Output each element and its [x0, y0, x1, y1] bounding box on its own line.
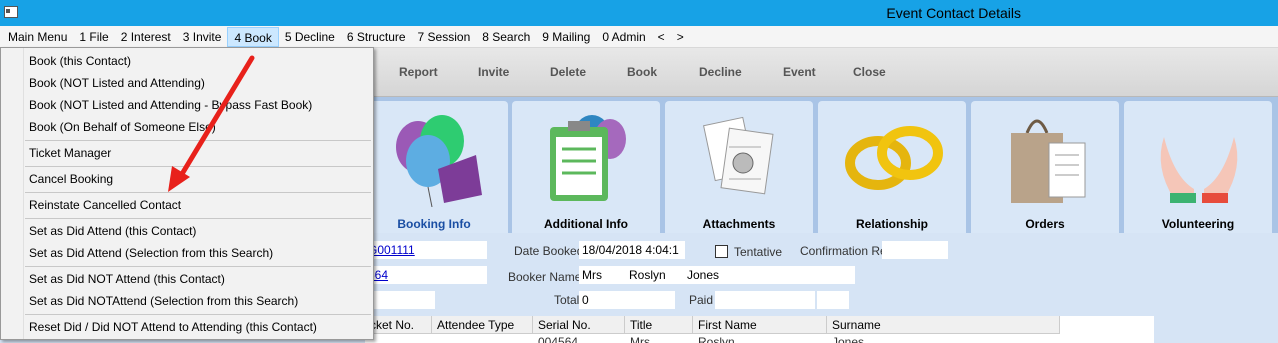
- menu-separator: [25, 218, 371, 219]
- cell-surname: Jones: [832, 335, 865, 343]
- menu-item-book-this-contact[interactable]: Book (this Contact): [29, 54, 131, 68]
- menu-separator: [25, 140, 371, 141]
- book-button[interactable]: Book: [627, 65, 657, 79]
- date-booked-field[interactable]: 18/04/2018 4:04:1: [579, 241, 685, 259]
- confirmation-ref-field[interactable]: [882, 241, 948, 259]
- tile-label: Additional Info: [544, 217, 628, 231]
- hands-icon: [1160, 137, 1238, 203]
- total-label: Total: [554, 293, 580, 307]
- tile-orders[interactable]: Orders: [971, 101, 1119, 233]
- menu-mailing[interactable]: 9 Mailing: [536, 27, 596, 47]
- menu-item-book-on-behalf[interactable]: Book (On Behalf of Someone Else): [29, 120, 216, 134]
- cell-first-name: Roslyn: [698, 335, 735, 343]
- menu-separator: [25, 314, 371, 315]
- cell-title: Mrs: [630, 335, 650, 343]
- window-title: Event Contact Details: [886, 5, 1021, 21]
- tentative-checkbox[interactable]: [715, 245, 728, 258]
- booker-name-label: Booker Name: [508, 270, 582, 284]
- decline-button[interactable]: Decline: [699, 65, 742, 79]
- menu-item-cancel-booking[interactable]: Cancel Booking: [29, 172, 113, 186]
- tile-label: Orders: [1025, 217, 1065, 231]
- menu-file[interactable]: 1 File: [73, 27, 114, 47]
- attendee-grid: cket No. Attendee Type Serial No. Title …: [365, 316, 1060, 343]
- total-field[interactable]: 0: [579, 291, 675, 309]
- menu-item-did-attend-contact[interactable]: Set as Did Attend (this Contact): [29, 224, 196, 238]
- tile-additional-info[interactable]: Additional Info: [512, 101, 660, 233]
- col-ticket-no[interactable]: cket No.: [365, 316, 432, 334]
- invite-button[interactable]: Invite: [478, 65, 509, 79]
- menu-item-did-not-attend-contact[interactable]: Set as Did NOT Attend (this Contact): [29, 272, 225, 286]
- rings-icon: [845, 126, 943, 190]
- paid-label: Paid: [689, 293, 714, 307]
- event-button[interactable]: Event: [783, 65, 816, 79]
- menu-separator: [25, 192, 371, 193]
- col-surname[interactable]: Surname: [827, 316, 1060, 334]
- tile-attachments[interactable]: Attachments: [665, 101, 813, 233]
- booking-code-link[interactable]: G001111: [368, 243, 415, 257]
- menu-item-book-bypass-fast-book[interactable]: Book (NOT Listed and Attending - Bypass …: [29, 98, 312, 112]
- booker-last-name: Jones: [687, 268, 720, 282]
- menu-book[interactable]: 4 Book: [227, 26, 279, 47]
- menu-decline[interactable]: 5 Decline: [279, 27, 341, 47]
- menu-scroll-left-icon[interactable]: <: [652, 28, 671, 46]
- serial-field[interactable]: 564: [365, 266, 487, 284]
- booker-first-name: Roslyn: [629, 268, 666, 282]
- tile-relationship[interactable]: Relationship: [818, 101, 966, 233]
- menu-separator: [25, 266, 371, 267]
- tile-label: Relationship: [855, 217, 928, 231]
- tile-label: Attachments: [702, 217, 776, 231]
- tile-label: Booking Info: [397, 217, 471, 231]
- side-panel: [1060, 316, 1154, 343]
- shopping-bag-icon: [1011, 119, 1086, 203]
- booker-name-field[interactable]: Mrs Roslyn Jones: [579, 266, 855, 284]
- menu-admin[interactable]: 0 Admin: [596, 27, 651, 47]
- tile-booking-info[interactable]: Booking Info: [360, 101, 508, 233]
- menu-item-book-not-listed[interactable]: Book (NOT Listed and Attending): [29, 76, 205, 90]
- col-serial-no[interactable]: Serial No.: [533, 316, 625, 334]
- tentative-label: Tentative: [734, 245, 783, 259]
- report-button[interactable]: Report: [399, 65, 438, 79]
- menu-separator: [25, 166, 371, 167]
- book-dropdown-menu: Book (this Contact) Book (NOT Listed and…: [0, 47, 374, 340]
- col-title[interactable]: Title: [625, 316, 693, 334]
- close-button[interactable]: Close: [853, 65, 886, 79]
- clipboard-icon: [550, 115, 626, 201]
- delete-button[interactable]: Delete: [550, 65, 586, 79]
- paid-extra-field[interactable]: [817, 291, 849, 309]
- booking-code-field[interactable]: G001111: [365, 241, 487, 259]
- confirmation-ref-label: Confirmation Ref: [800, 244, 891, 258]
- menu-structure[interactable]: 6 Structure: [341, 27, 412, 47]
- col-first-name[interactable]: First Name: [693, 316, 827, 334]
- paperclip-documents-icon: [703, 116, 774, 195]
- menu-search[interactable]: 8 Search: [476, 27, 536, 47]
- menu-invite[interactable]: 3 Invite: [177, 27, 228, 47]
- menu-bar: Main Menu 1 File 2 Interest 3 Invite 4 B…: [0, 26, 1278, 48]
- menu-scroll-right-icon[interactable]: >: [671, 28, 690, 46]
- paid-field[interactable]: [715, 291, 815, 309]
- menu-main[interactable]: Main Menu: [2, 27, 73, 47]
- menu-item-did-attend-selection[interactable]: Set as Did Attend (Selection from this S…: [29, 246, 273, 260]
- menu-gutter: [23, 48, 24, 339]
- cell-serial: 004564: [538, 335, 579, 343]
- booker-title: Mrs: [582, 268, 602, 282]
- blank-field[interactable]: [365, 291, 435, 309]
- menu-item-reinstate-cancelled[interactable]: Reinstate Cancelled Contact: [29, 198, 181, 212]
- menu-item-reset-attending[interactable]: Reset Did / Did NOT Attend to Attending …: [29, 320, 317, 334]
- date-booked-label: Date Booked: [514, 244, 584, 258]
- menu-interest[interactable]: 2 Interest: [115, 27, 177, 47]
- title-bar: Event Contact Details: [0, 0, 1278, 26]
- menu-item-did-not-attend-selection[interactable]: Set as Did NOTAttend (Selection from thi…: [29, 294, 298, 308]
- balloons-icon: [396, 115, 482, 207]
- tile-volunteering[interactable]: Volunteering: [1124, 101, 1272, 233]
- col-attendee-type[interactable]: Attendee Type: [432, 316, 533, 334]
- menu-item-ticket-manager[interactable]: Ticket Manager: [29, 146, 111, 160]
- tile-label: Volunteering: [1161, 217, 1235, 231]
- menu-session[interactable]: 7 Session: [412, 27, 477, 47]
